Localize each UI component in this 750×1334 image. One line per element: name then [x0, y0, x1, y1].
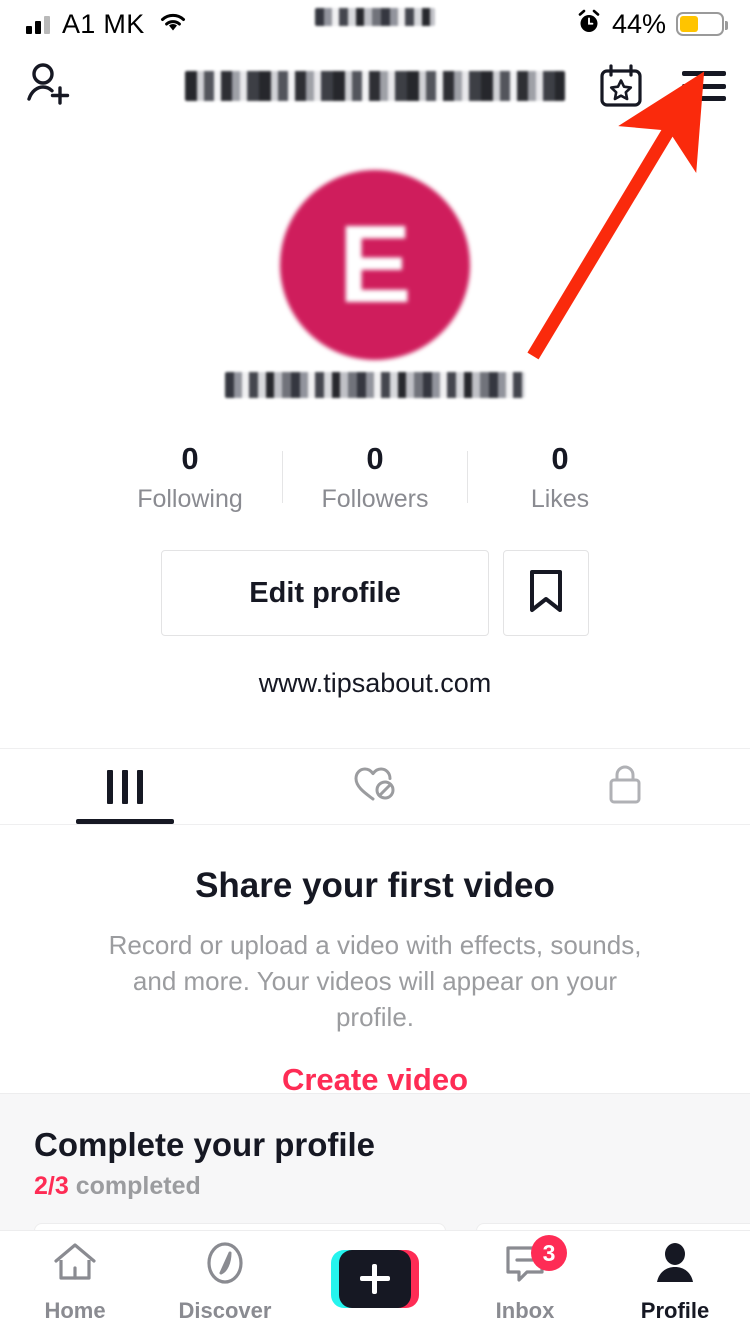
- nav-item-inbox[interactable]: 3 Inbox: [450, 1235, 600, 1324]
- profile-stats: 0 Following 0 Followers 0 Likes: [0, 440, 750, 514]
- profile-tabs: [0, 748, 750, 824]
- status-bar-left: A1 MK: [26, 9, 189, 40]
- wifi-icon: [157, 10, 189, 39]
- person-icon: [653, 1241, 697, 1290]
- inbox-badge: 3: [531, 1235, 567, 1271]
- completed-fraction: 2/3: [34, 1172, 69, 1200]
- nav-item-create[interactable]: [300, 1249, 450, 1316]
- empty-state-description: Record or upload a video with effects, s…: [108, 930, 642, 1032]
- bookmark-button[interactable]: [503, 550, 589, 636]
- profile-username-redacted: [0, 372, 750, 398]
- followers-label: Followers: [321, 484, 429, 513]
- tiktok-profile-screen: A1 MK 44% E 0 Following 0 Followers 0 Li…: [0, 0, 750, 1334]
- battery-icon: [676, 12, 728, 36]
- edit-profile-button[interactable]: Edit profile: [161, 550, 489, 636]
- likes-label: Likes: [530, 484, 590, 513]
- following-count: 0: [181, 441, 199, 476]
- battery-percent-label: 44%: [611, 8, 666, 39]
- home-icon: [52, 1241, 98, 1290]
- hamburger-menu-icon[interactable]: [682, 71, 726, 101]
- lock-icon: [606, 762, 644, 811]
- nav-label-home: Home: [44, 1298, 106, 1323]
- avatar[interactable]: E: [280, 170, 470, 360]
- profile-header: [0, 48, 750, 124]
- tab-liked[interactable]: [250, 749, 500, 824]
- carrier-label: A1 MK: [62, 8, 145, 39]
- tabs-bottom-divider: [0, 824, 750, 825]
- bio-link[interactable]: www.tipsabout.com: [0, 668, 750, 699]
- complete-profile-title: Complete your profile: [34, 1126, 376, 1163]
- nav-label-discover: Discover: [178, 1298, 272, 1323]
- status-bar: A1 MK 44%: [0, 0, 750, 48]
- followers-count: 0: [366, 441, 384, 476]
- completed-label: completed: [75, 1172, 201, 1200]
- nav-label-inbox: Inbox: [495, 1298, 555, 1323]
- nav-item-home[interactable]: Home: [0, 1241, 150, 1324]
- calendar-star-icon[interactable]: [598, 63, 644, 109]
- stat-following[interactable]: 0 Following: [98, 440, 282, 514]
- bottom-navigation: Home Discover 3 Inbox Profile: [0, 1230, 750, 1334]
- heart-hidden-icon: [352, 763, 398, 810]
- compass-icon: [203, 1241, 247, 1290]
- complete-profile-progress: 2/3 completed: [34, 1172, 716, 1201]
- tab-private[interactable]: [500, 749, 750, 824]
- empty-state-title: Share your first video: [195, 866, 555, 905]
- nav-item-profile[interactable]: Profile: [600, 1241, 750, 1324]
- tab-posts[interactable]: [0, 749, 250, 824]
- alarm-clock-icon: [576, 9, 602, 40]
- avatar-container: E: [0, 170, 750, 360]
- inbox-message-icon: 3: [503, 1235, 567, 1290]
- status-bar-right: 44%: [576, 8, 728, 40]
- empty-state: Share your first video Record or upload …: [0, 866, 750, 1098]
- create-black-layer: [339, 1249, 411, 1308]
- header-actions: [598, 63, 726, 109]
- bookmark-icon: [528, 569, 564, 618]
- stat-followers[interactable]: 0 Followers: [283, 440, 467, 514]
- likes-count: 0: [551, 441, 569, 476]
- following-label: Following: [137, 484, 243, 513]
- nav-item-discover[interactable]: Discover: [150, 1241, 300, 1324]
- create-video-icon: [331, 1249, 419, 1308]
- nav-label-profile: Profile: [640, 1298, 710, 1323]
- cellular-signal-icon: [26, 14, 50, 34]
- profile-actions: Edit profile: [0, 550, 750, 636]
- stat-likes[interactable]: 0 Likes: [468, 440, 652, 514]
- plus-icon: [360, 1263, 390, 1294]
- grid-posts-icon: [107, 769, 143, 804]
- add-person-icon[interactable]: [24, 61, 76, 111]
